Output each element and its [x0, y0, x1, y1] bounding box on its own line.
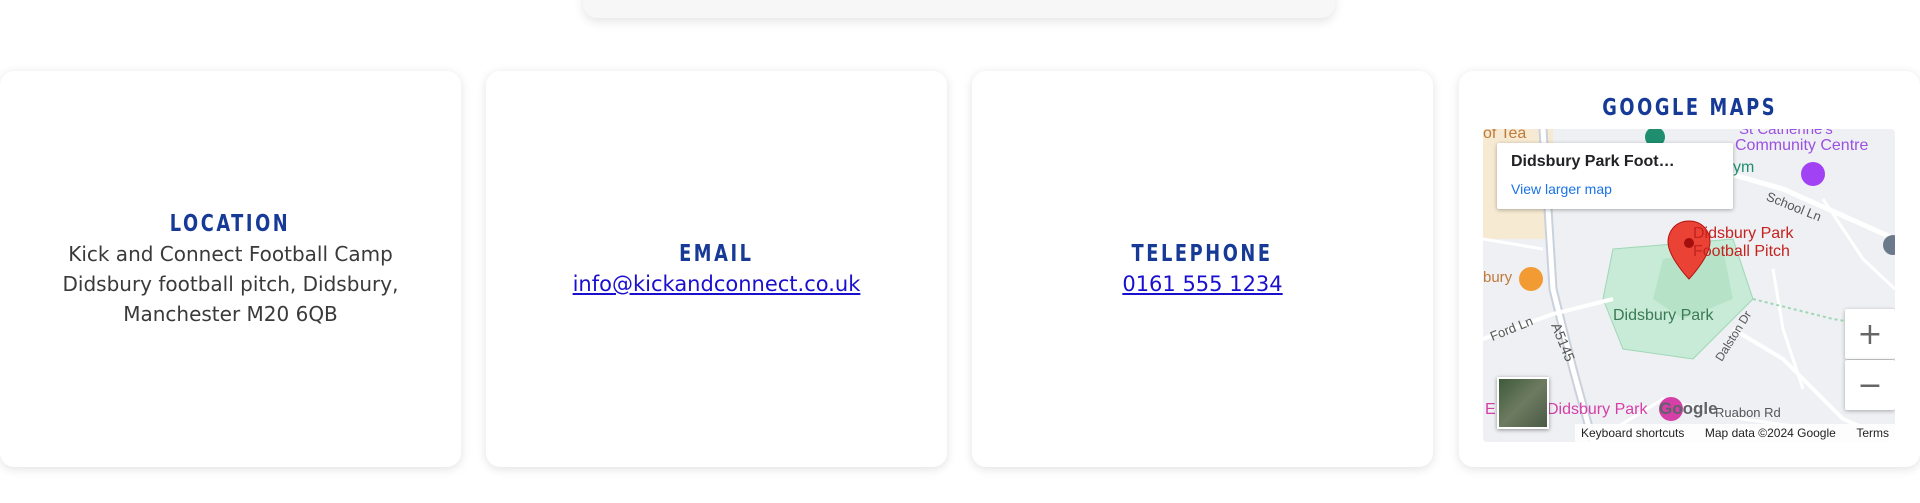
marker-label-line-2: Football Pitch	[1693, 243, 1790, 260]
map-label-gym: ym	[1733, 159, 1755, 176]
map-info-box: Didsbury Park Foot… View larger map	[1497, 143, 1733, 209]
google-logo: Google	[1659, 399, 1718, 418]
zoom-in-button[interactable]: +	[1845, 309, 1895, 359]
zoom-out-button[interactable]: −	[1845, 360, 1895, 410]
map-label-ruabon-rd: Ruabon Rd	[1715, 405, 1781, 420]
map-data-attribution: Map data ©2024 Google	[1704, 426, 1836, 440]
location-line-1: Kick and Connect Football Camp	[68, 242, 393, 266]
plus-icon: +	[1857, 316, 1883, 352]
location-line-3: Manchester M20 6QB	[123, 302, 338, 326]
location-card: LOCATION Kick and Connect Football Camp …	[0, 71, 461, 467]
marker-label-line-1: Didsbury Park	[1693, 225, 1794, 242]
map-card: GOOGLE MAPS of Tea St Catherine's Commun…	[1459, 71, 1920, 467]
telephone-card: TELEPHONE 0161 555 1234	[972, 71, 1433, 467]
terms-link[interactable]: Terms	[1856, 426, 1889, 440]
map-label-east-didsbury-park: Didsbury Park	[1547, 401, 1648, 418]
map-label-community-2: Community Centre	[1735, 137, 1869, 154]
minus-icon: −	[1857, 367, 1883, 403]
previous-card	[583, 0, 1335, 18]
marker-label: Didsbury Park Football Pitch	[1693, 225, 1793, 261]
map-label-bury: bury	[1483, 269, 1513, 286]
view-larger-map-link[interactable]: View larger map	[1511, 181, 1612, 197]
telephone-title: TELEPHONE	[1131, 241, 1274, 267]
map-info-title: Didsbury Park Foot…	[1511, 153, 1675, 170]
email-card: EMAIL info@kickandconnect.co.uk	[486, 71, 947, 467]
location-title: LOCATION	[170, 211, 291, 237]
map-footer: Keyboard shortcuts Map data ©2024 Google…	[1575, 424, 1895, 442]
telephone-link[interactable]: 0161 555 1234	[1122, 269, 1282, 299]
map-title: GOOGLE MAPS	[1602, 95, 1777, 121]
email-link[interactable]: info@kickandconnect.co.uk	[573, 269, 861, 299]
map-label-didsbury-park: Didsbury Park	[1613, 307, 1714, 324]
google-map[interactable]: of Tea St Catherine's Community Centre y…	[1483, 129, 1895, 442]
email-title: EMAIL	[679, 241, 754, 267]
map-label-tea: of Tea	[1483, 129, 1527, 142]
keyboard-shortcuts-link[interactable]: Keyboard shortcuts	[1581, 426, 1684, 440]
satellite-toggle[interactable]	[1497, 377, 1549, 429]
location-line-2: Didsbury football pitch, Didsbury,	[62, 272, 399, 296]
map-label-e: E	[1485, 401, 1496, 418]
